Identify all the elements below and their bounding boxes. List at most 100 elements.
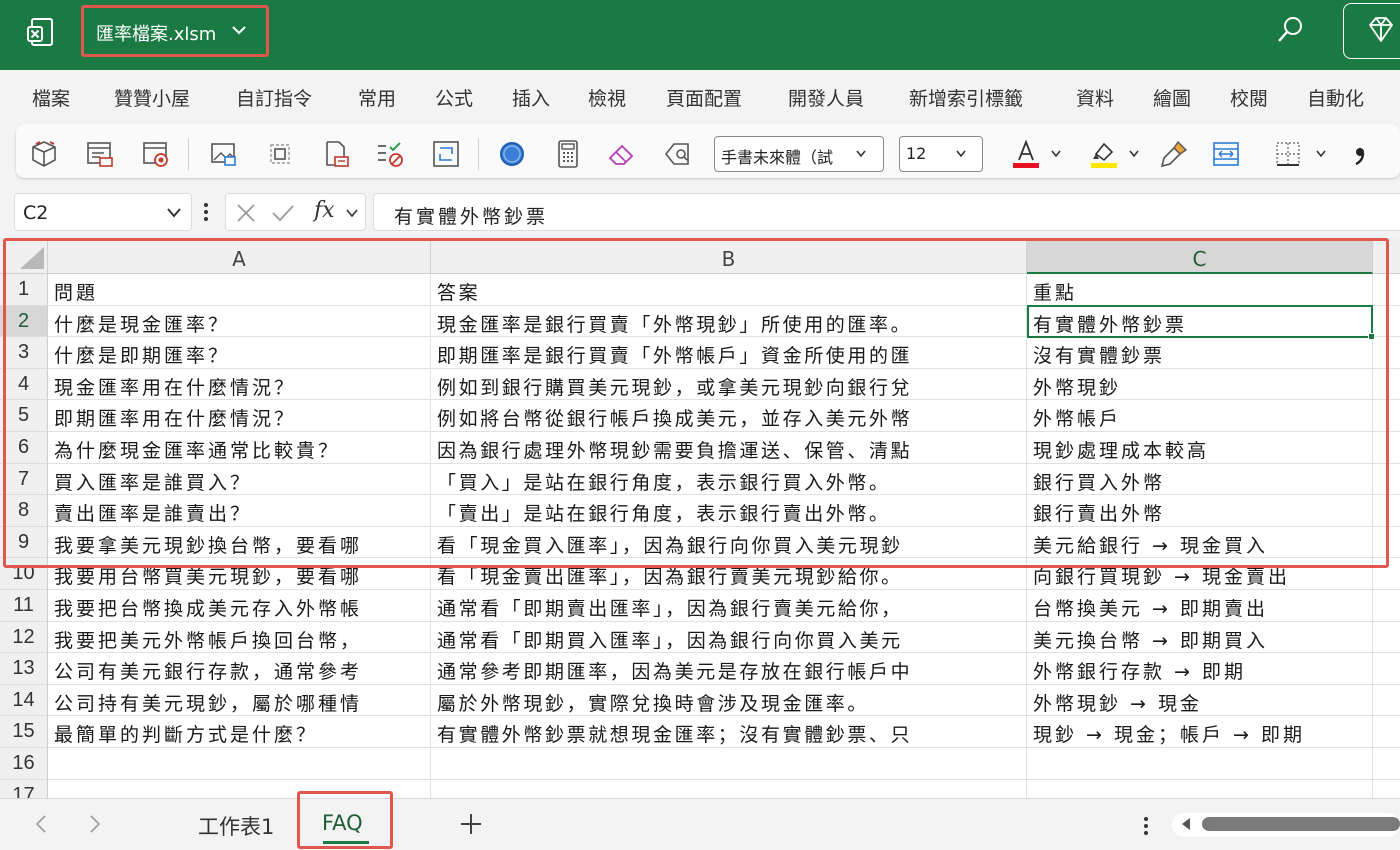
cell-d[interactable] bbox=[1373, 780, 1400, 798]
tab-formulas[interactable]: 公式 bbox=[435, 84, 473, 111]
cell-c[interactable]: 現鈔 → 現金；帳戶 → 即期 bbox=[1027, 716, 1373, 748]
tab-insert[interactable]: 插入 bbox=[512, 84, 550, 111]
comma-style-icon[interactable] bbox=[1344, 138, 1376, 170]
row-header[interactable]: 15 bbox=[0, 716, 48, 748]
cell-b[interactable]: 例如將台幣從銀行帳戶換成美元，並存入美元外幣 bbox=[431, 400, 1027, 432]
cell-b[interactable]: 通常看「即期買入匯率」，因為銀行向你買入美元 bbox=[431, 621, 1027, 654]
cell-c[interactable]: 重點 bbox=[1027, 274, 1373, 306]
add-sheet-icon[interactable] bbox=[458, 811, 484, 837]
cube-icon[interactable] bbox=[28, 138, 60, 170]
font-color-icon[interactable] bbox=[1010, 138, 1042, 170]
more-options-icon[interactable] bbox=[1143, 815, 1149, 837]
cell-c[interactable] bbox=[1027, 748, 1373, 780]
cell-d[interactable] bbox=[1373, 527, 1400, 559]
chevron-down-icon[interactable] bbox=[856, 150, 866, 158]
name-box[interactable]: C2 bbox=[14, 193, 192, 231]
chevron-left-icon[interactable] bbox=[34, 814, 48, 834]
cell-c[interactable]: 沒有實體鈔票 bbox=[1027, 337, 1373, 369]
sheet-tab-sheet1[interactable]: 工作表1 bbox=[198, 811, 274, 841]
clear-checklist-icon[interactable] bbox=[374, 138, 406, 170]
row-header[interactable]: 6 bbox=[0, 432, 48, 464]
tab-page-layout[interactable]: 頁面配置 bbox=[666, 84, 742, 111]
cell-b[interactable]: 有實體外幣鈔票就想現金匯率；沒有實體鈔票、只 bbox=[431, 716, 1027, 748]
cell-b[interactable]: 通常參考即期匯率，因為美元是存放在銀行帳戶中 bbox=[431, 653, 1027, 685]
row-header[interactable]: 1 bbox=[0, 274, 48, 306]
picture-icon[interactable] bbox=[208, 138, 240, 170]
row-header[interactable]: 4 bbox=[0, 368, 48, 401]
file-name[interactable]: 匯率檔案.xlsm bbox=[96, 20, 216, 46]
cell-a[interactable]: 我要把台幣換成美元存入外幣帳 bbox=[48, 590, 431, 622]
cell-d[interactable] bbox=[1373, 369, 1400, 401]
row-header[interactable]: 7 bbox=[0, 463, 48, 496]
select-objects-icon[interactable] bbox=[264, 138, 296, 170]
cell-c[interactable]: 美元換台幣 → 即期買入 bbox=[1027, 621, 1373, 654]
cell-b[interactable]: 屬於外幣現鈔，實際兌換時會涉及現金匯率。 bbox=[431, 684, 1027, 717]
cancel-icon[interactable] bbox=[236, 203, 256, 223]
cell-c[interactable]: 現鈔處理成本較高 bbox=[1027, 432, 1373, 464]
tab-draw[interactable]: 繪圖 bbox=[1153, 84, 1191, 111]
scroll-left-icon[interactable] bbox=[1180, 817, 1192, 831]
cell-d[interactable] bbox=[1373, 653, 1400, 685]
row-header[interactable]: 5 bbox=[0, 400, 48, 432]
row-header[interactable]: 16 bbox=[0, 748, 48, 780]
cell-d[interactable] bbox=[1373, 558, 1400, 590]
tab-file[interactable]: 檔案 bbox=[32, 84, 70, 111]
record-macro-icon[interactable] bbox=[140, 138, 172, 170]
chevron-down-icon[interactable] bbox=[167, 208, 181, 218]
cell-d[interactable] bbox=[1373, 685, 1400, 717]
cell-c[interactable]: 外幣現鈔 bbox=[1027, 368, 1373, 401]
enter-check-icon[interactable] bbox=[271, 203, 295, 223]
cell-b[interactable]: 「買入」是站在銀行角度，表示銀行買入外幣。 bbox=[431, 463, 1027, 496]
cell-d[interactable] bbox=[1373, 274, 1400, 306]
tab-automate[interactable]: 自動化 bbox=[1307, 84, 1364, 111]
tab-view[interactable]: 檢視 bbox=[588, 84, 626, 111]
excel-icon[interactable] bbox=[26, 17, 56, 49]
tab-zanzan[interactable]: 贊贊小屋 bbox=[114, 84, 190, 111]
cell-a[interactable]: 賣出匯率是誰賣出？ bbox=[48, 495, 431, 527]
format-painter-icon[interactable] bbox=[1158, 138, 1190, 170]
cell-a[interactable]: 即期匯率用在什麼情況？ bbox=[48, 400, 431, 432]
tab-home[interactable]: 常用 bbox=[358, 84, 396, 111]
document-refresh-icon[interactable] bbox=[430, 138, 462, 170]
cell-d[interactable] bbox=[1373, 337, 1400, 369]
cell-c[interactable]: 有實體外幣鈔票 bbox=[1027, 305, 1373, 338]
circle-shape-icon[interactable] bbox=[496, 138, 528, 170]
column-header-a[interactable]: A bbox=[48, 238, 431, 274]
cell-a[interactable]: 問題 bbox=[48, 274, 431, 306]
formula-input[interactable]: 有實體外幣鈔票 bbox=[373, 193, 1400, 231]
tab-developer[interactable]: 開發人員 bbox=[788, 84, 864, 111]
cell-d[interactable] bbox=[1373, 748, 1400, 780]
cell-d[interactable] bbox=[1373, 464, 1400, 496]
insert-function-icon[interactable]: fx bbox=[314, 198, 335, 223]
tab-custom-commands[interactable]: 自訂指令 bbox=[236, 84, 312, 111]
column-header-d[interactable] bbox=[1373, 238, 1400, 274]
row-header[interactable]: 13 bbox=[0, 653, 48, 685]
print-area-icon[interactable] bbox=[320, 138, 352, 170]
cell-d[interactable] bbox=[1373, 622, 1400, 654]
chevron-down-icon[interactable] bbox=[956, 150, 966, 158]
chevron-down-icon[interactable] bbox=[232, 24, 246, 36]
cell-d[interactable] bbox=[1373, 306, 1400, 338]
cell-c[interactable]: 銀行買入外幣 bbox=[1027, 463, 1373, 496]
search-icon[interactable] bbox=[1276, 14, 1306, 46]
fill-handle[interactable] bbox=[1368, 333, 1375, 340]
cell-a[interactable]: 什麼是現金匯率？ bbox=[48, 305, 431, 338]
row-header[interactable]: 17 bbox=[0, 779, 48, 798]
cell-a[interactable]: 現金匯率用在什麼情況？ bbox=[48, 368, 431, 401]
cell-b[interactable]: 答案 bbox=[431, 274, 1027, 306]
row-header[interactable]: 3 bbox=[0, 337, 48, 369]
cell-a[interactable]: 公司有美元銀行存款，通常參考 bbox=[48, 653, 431, 685]
cell-d[interactable] bbox=[1373, 400, 1400, 432]
chevron-down-icon[interactable] bbox=[1051, 150, 1061, 158]
highlight-color-icon[interactable] bbox=[1088, 138, 1120, 170]
tab-data[interactable]: 資料 bbox=[1076, 84, 1114, 111]
cell-b[interactable]: 現金匯率是銀行買賣「外幣現鈔」所使用的匯率。 bbox=[431, 305, 1027, 338]
cell-c[interactable]: 向銀行買現鈔 → 現金賣出 bbox=[1027, 558, 1373, 590]
row-header[interactable]: 9 bbox=[0, 526, 48, 559]
more-options-icon[interactable] bbox=[203, 201, 209, 223]
cell-a[interactable]: 買入匯率是誰買入？ bbox=[48, 463, 431, 496]
row-header[interactable]: 14 bbox=[0, 684, 48, 717]
tab-review[interactable]: 校閱 bbox=[1230, 84, 1268, 111]
column-header-c[interactable]: C bbox=[1027, 238, 1373, 274]
font-size-dropdown[interactable]: 12 bbox=[899, 136, 983, 172]
